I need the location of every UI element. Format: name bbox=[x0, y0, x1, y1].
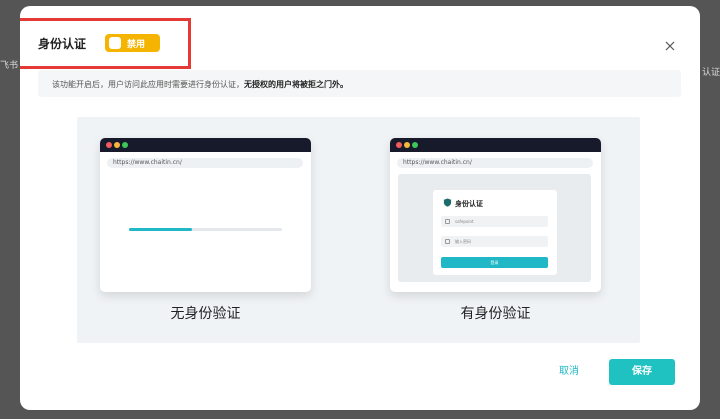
caption-no-auth: 无身份验证 bbox=[170, 306, 241, 322]
modal-header: 身份认证 禁用 bbox=[20, 6, 700, 72]
save-button[interactable]: 保存 bbox=[609, 359, 675, 385]
notice-text: 该功能开启后，用户访问此应用时需要进行身份认证，无授权的用户将被拒之门外。 bbox=[52, 79, 348, 90]
illustration-panel: https://www.chaitin.cn/ 无身份验证 https://ww… bbox=[77, 117, 640, 343]
caption-with-auth: 有身份验证 bbox=[460, 306, 531, 322]
identity-auth-modal: 身份认证 禁用 该功能开启后，用户访问此应用时需要进行身份认证，无授权的用户将被… bbox=[20, 6, 700, 410]
window-close-dot bbox=[106, 142, 112, 148]
page-content-area: 身份认证 safepoint 输入密码 登录 bbox=[398, 174, 591, 282]
login-title: 身份认证 bbox=[455, 200, 483, 208]
notice-bold: 无授权的用户将被拒之门外。 bbox=[244, 80, 348, 89]
login-button: 登录 bbox=[441, 257, 548, 268]
shield-icon bbox=[443, 198, 452, 207]
background-right-text: 认证 bbox=[701, 68, 720, 78]
user-icon bbox=[445, 219, 450, 224]
login-card: 身份认证 safepoint 输入密码 登录 bbox=[433, 190, 557, 275]
window-minimize-dot bbox=[404, 142, 410, 148]
username-text: safepoint bbox=[455, 219, 474, 224]
window-maximize-dot bbox=[122, 142, 128, 148]
notice-banner: 该功能开启后，用户访问此应用时需要进行身份认证，无授权的用户将被拒之门外。 bbox=[38, 70, 681, 97]
window-maximize-dot bbox=[412, 142, 418, 148]
window-close-dot bbox=[396, 142, 402, 148]
browser-titlebar bbox=[100, 138, 311, 152]
browser-no-auth: https://www.chaitin.cn/ bbox=[100, 138, 311, 292]
highlight-annotation-box bbox=[20, 18, 191, 69]
browser-with-auth: https://www.chaitin.cn/ 身份认证 safepoint 输… bbox=[390, 138, 601, 292]
lock-icon bbox=[445, 239, 450, 244]
url-bar: https://www.chaitin.cn/ bbox=[397, 158, 593, 168]
username-input: safepoint bbox=[441, 216, 548, 227]
url-bar: https://www.chaitin.cn/ bbox=[107, 158, 303, 168]
close-icon[interactable] bbox=[664, 37, 676, 51]
password-text: 输入密码 bbox=[455, 239, 471, 244]
background-left-text: 飞书 bbox=[0, 61, 19, 71]
browser-titlebar bbox=[390, 138, 601, 152]
password-input: 输入密码 bbox=[441, 236, 548, 247]
loading-progress bbox=[129, 228, 282, 231]
notice-normal: 该功能开启后，用户访问此应用时需要进行身份认证， bbox=[52, 80, 244, 89]
cancel-button[interactable]: 取消 bbox=[548, 359, 590, 385]
window-minimize-dot bbox=[114, 142, 120, 148]
loading-progress-fill bbox=[129, 228, 192, 231]
